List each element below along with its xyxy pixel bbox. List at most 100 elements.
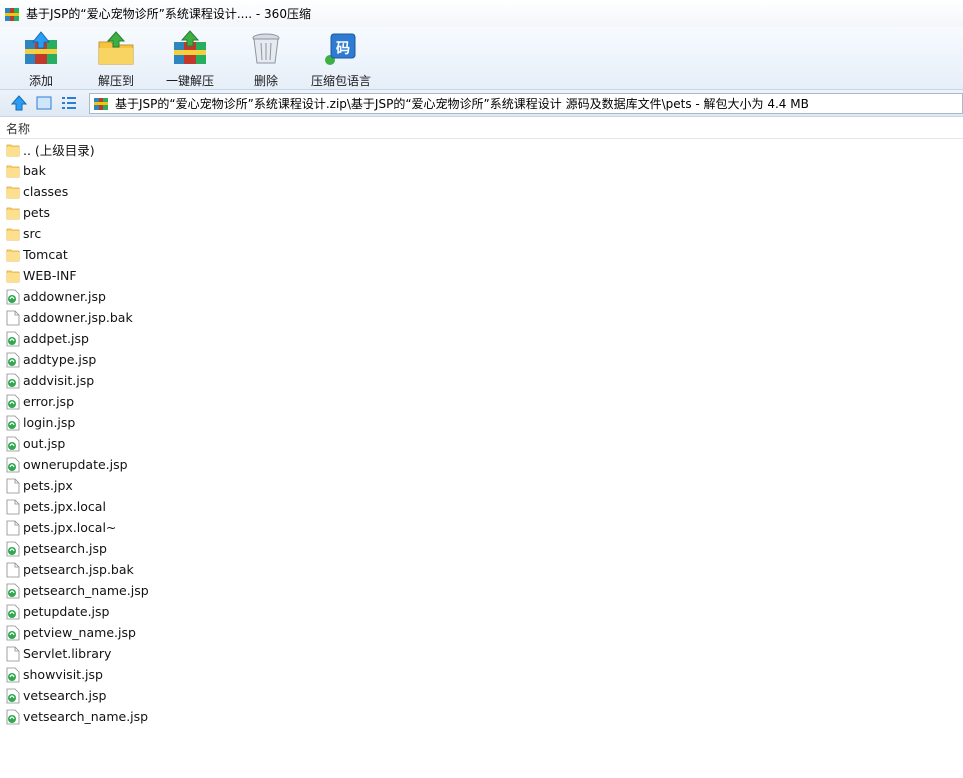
one-click-extract-label: 一键解压 <box>166 74 215 88</box>
file-item[interactable]: vetsearch.jsp <box>0 685 963 706</box>
name-column-header[interactable]: 名称 <box>0 118 963 139</box>
folder-icon <box>6 186 20 198</box>
item-name: petview_name.jsp <box>23 625 136 640</box>
one-click-extract-button[interactable]: 一键解压 <box>166 30 214 89</box>
file-item[interactable]: ownerupdate.jsp <box>0 454 963 475</box>
delete-label: 删除 <box>253 74 278 88</box>
jsp-file-icon <box>6 415 20 430</box>
file-item[interactable]: petsearch.jsp.bak <box>0 559 963 580</box>
file-item[interactable]: Servlet.library <box>0 643 963 664</box>
archive-language-label: 压缩包语言 <box>311 74 372 88</box>
item-name: addpet.jsp <box>23 331 89 346</box>
item-name: bak <box>23 163 46 178</box>
thumbnail-view-button[interactable] <box>34 93 54 113</box>
extract-to-label: 解压到 <box>97 74 134 88</box>
jsp-file-icon <box>6 352 20 367</box>
jsp-file-icon <box>6 625 20 640</box>
file-item[interactable]: petsearch_name.jsp <box>0 580 963 601</box>
file-icon <box>6 562 20 577</box>
jsp-file-icon <box>6 541 20 556</box>
file-icon <box>6 478 20 493</box>
window-title: 基于JSP的“爱心宠物诊所”系统课程设计.... - 360压缩 <box>26 7 311 21</box>
item-name: addtype.jsp <box>23 352 97 367</box>
item-name: pets <box>23 205 51 220</box>
jsp-file-icon <box>6 709 20 724</box>
folder-item[interactable]: bak <box>0 160 963 181</box>
file-item[interactable]: addtype.jsp <box>0 349 963 370</box>
item-name: WEB-INF <box>23 268 77 283</box>
file-item[interactable]: addpet.jsp <box>0 328 963 349</box>
folder-item[interactable]: classes <box>0 181 963 202</box>
file-item[interactable]: pets.jpx <box>0 475 963 496</box>
item-name: login.jsp <box>23 415 76 430</box>
item-name: Servlet.library <box>23 646 112 661</box>
add-archive-icon <box>25 31 57 64</box>
folder-item[interactable]: WEB-INF <box>0 265 963 286</box>
language-badge: 码 <box>336 41 350 57</box>
arrow-up-icon <box>11 95 27 111</box>
item-name: addvisit.jsp <box>23 373 95 388</box>
file-icon <box>6 499 20 514</box>
add-label: 添加 <box>28 74 53 88</box>
item-name: error.jsp <box>23 394 75 409</box>
folder-icon <box>6 165 20 177</box>
folder-icon <box>6 207 20 219</box>
list-view-icon <box>62 97 76 109</box>
file-item[interactable]: petsearch.jsp <box>0 538 963 559</box>
title-bar: 基于JSP的“爱心宠物诊所”系统课程设计.... - 360压缩 <box>0 0 963 27</box>
one-click-extract-icon <box>174 30 206 64</box>
jsp-file-icon <box>6 289 20 304</box>
folder-item[interactable]: Tomcat <box>0 244 963 265</box>
archive-app-icon <box>5 7 19 21</box>
folder-icon <box>6 144 20 156</box>
file-item[interactable]: pets.jpx.local~ <box>0 517 963 538</box>
delete-button[interactable]: 删除 <box>247 30 285 89</box>
navigation-bar: 基于JSP的“爱心宠物诊所”系统课程设计.zip\基于JSP的“爱心宠物诊所”系… <box>0 89 963 117</box>
item-name: showvisit.jsp <box>23 667 103 682</box>
folder-item[interactable]: pets <box>0 202 963 223</box>
extract-to-button[interactable]: 解压到 <box>97 30 135 89</box>
thumbnail-view-icon <box>36 96 52 110</box>
file-item[interactable]: addowner.jsp <box>0 286 963 307</box>
archive-language-button[interactable]: 码 压缩包语言 <box>311 30 371 89</box>
file-item[interactable]: addowner.jsp.bak <box>0 307 963 328</box>
item-name: pets.jpx <box>23 478 73 493</box>
file-item[interactable]: showvisit.jsp <box>0 664 963 685</box>
folder-icon <box>6 249 20 261</box>
item-name: petupdate.jsp <box>23 604 110 619</box>
address-bar[interactable]: 基于JSP的“爱心宠物诊所”系统课程设计.zip\基于JSP的“爱心宠物诊所”系… <box>89 93 963 114</box>
file-item[interactable]: error.jsp <box>0 391 963 412</box>
file-item[interactable]: vetsearch_name.jsp <box>0 706 963 727</box>
item-name: pets.jpx.local <box>23 499 106 514</box>
file-list: .. (上级目录) bak classes pets src Tomcat WE… <box>0 139 963 778</box>
file-item[interactable]: petview_name.jsp <box>0 622 963 643</box>
file-item[interactable]: login.jsp <box>0 412 963 433</box>
extract-folder-icon <box>98 31 134 65</box>
toolbar: 添加 解压到 一键解压 删除 码 压缩包语言 <box>0 27 963 89</box>
file-item[interactable]: addvisit.jsp <box>0 370 963 391</box>
item-name: pets.jpx.local~ <box>23 520 117 535</box>
file-item[interactable]: out.jsp <box>0 433 963 454</box>
add-button[interactable]: 添加 <box>22 30 60 89</box>
item-name: src <box>23 226 42 241</box>
jsp-file-icon <box>6 373 20 388</box>
up-level-button[interactable] <box>9 93 29 113</box>
file-icon <box>6 520 20 535</box>
jsp-file-icon <box>6 667 20 682</box>
jsp-file-icon <box>6 457 20 472</box>
jsp-file-icon <box>6 604 20 619</box>
list-view-button[interactable] <box>59 93 79 113</box>
file-item[interactable]: petupdate.jsp <box>0 601 963 622</box>
jsp-file-icon <box>6 331 20 346</box>
trash-icon <box>252 33 280 64</box>
jsp-file-icon <box>6 688 20 703</box>
folder-icon <box>6 270 20 282</box>
folder-item[interactable]: src <box>0 223 963 244</box>
file-item[interactable]: pets.jpx.local <box>0 496 963 517</box>
language-icon: 码 <box>322 30 360 66</box>
item-name: addowner.jsp.bak <box>23 310 133 325</box>
file-icon <box>6 310 20 325</box>
address-path: 基于JSP的“爱心宠物诊所”系统课程设计.zip\基于JSP的“爱心宠物诊所”系… <box>115 97 809 111</box>
archive-icon <box>94 97 108 110</box>
folder-item[interactable]: .. (上级目录) <box>0 139 963 160</box>
